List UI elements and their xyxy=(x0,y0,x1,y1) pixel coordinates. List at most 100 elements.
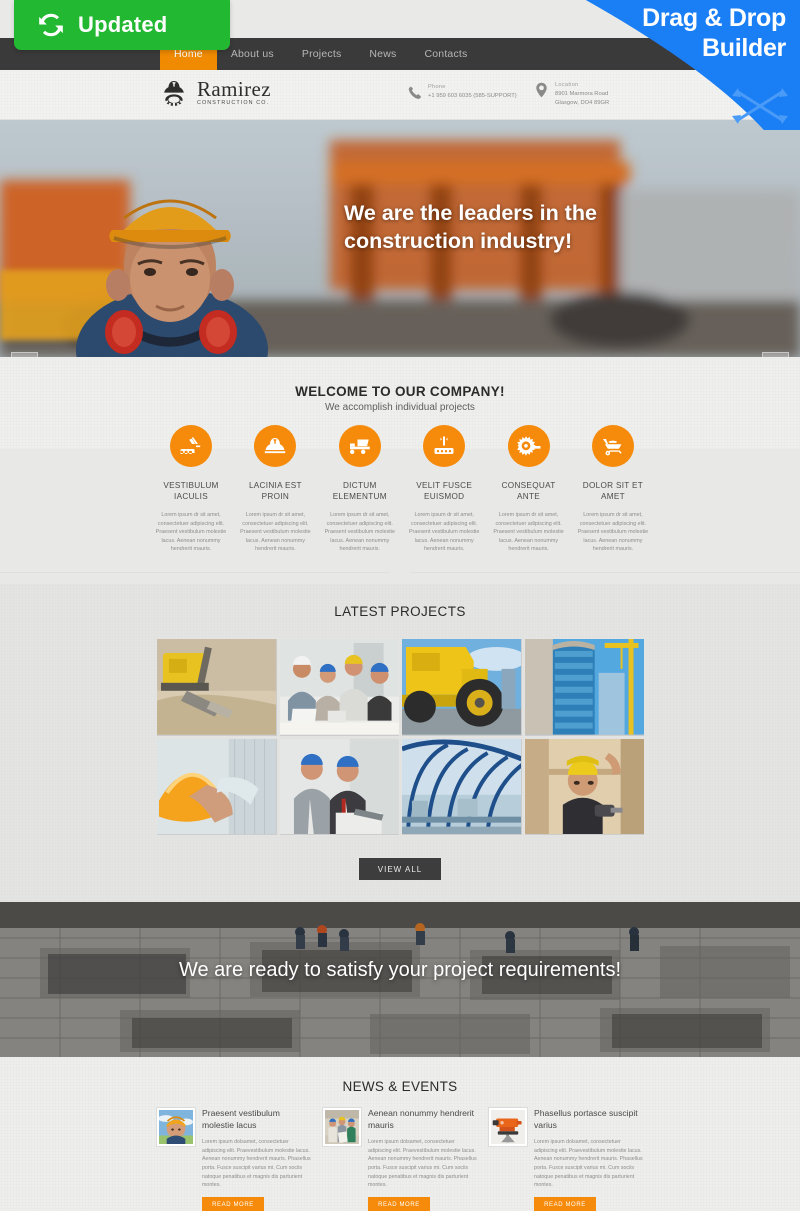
news-thumbnail[interactable] xyxy=(488,1107,528,1147)
project-image-hand-holding-helmet xyxy=(157,738,277,835)
project-thumbnail[interactable] xyxy=(157,738,277,835)
wheelbarrow-icon xyxy=(602,439,622,456)
hardhat-gear-icon xyxy=(164,81,184,106)
news-item: Phasellus portasce suscipit varius Lorem… xyxy=(488,1107,643,1211)
service-icon-badge xyxy=(423,425,466,467)
project-thumbnail[interactable] xyxy=(402,738,522,835)
service-text: Lorem ipsum dr sit amet, consectetuer ad… xyxy=(408,512,480,553)
service-icon-badge xyxy=(591,425,634,467)
location-label: Location xyxy=(555,82,579,88)
service-item-lacinia-est-proin[interactable]: LACINIA EST PROIN Lorem ipsum dr sit ame… xyxy=(236,425,314,554)
updated-badge: Updated xyxy=(14,0,230,50)
hero-headline: We are the leaders in the construction i… xyxy=(344,201,597,253)
project-image-haul-truck xyxy=(402,639,522,735)
news-item: Aenean nonummy hendrerit mauris Lorem ip… xyxy=(322,1107,477,1211)
service-text: Lorem ipsum dr sit amet, consectetuer ad… xyxy=(493,512,564,553)
news-body: Aenean nonummy hendrerit mauris Lorem ip… xyxy=(368,1108,477,1211)
view-all-projects-button[interactable]: VIEW ALL xyxy=(357,856,443,882)
dump-truck-icon xyxy=(349,439,370,454)
header-location-block: Location 8901 Marmora Road Glasgow, DO4 … xyxy=(535,82,609,107)
cta-headline: We are ready to satisfy your project req… xyxy=(178,959,622,981)
project-image-carpenter-with-drill xyxy=(524,738,644,835)
service-title: DICTUM ELEMENTUM xyxy=(332,481,387,502)
phone-label: Phone xyxy=(428,84,446,90)
news-text: Lorem ipsum dolsamet, consectetuer adipi… xyxy=(534,1139,643,1189)
website-preview-page: Home About us Projects News Contacts Ram… xyxy=(0,0,800,1211)
news-heading[interactable]: Praesent vestibulum molestie lacus xyxy=(202,1108,311,1131)
project-image-excavator xyxy=(157,639,277,735)
map-pin-icon xyxy=(536,82,547,98)
logo-text-block: Ramirez CONSTRUCTION CO. xyxy=(197,79,271,106)
ribbon-line-1: Drag & Drop xyxy=(642,4,786,32)
services-list: VESTIBULUM IACULIS Lorem ipsum dr sit am… xyxy=(152,425,652,554)
service-title: CONSEQUAT ANTE xyxy=(501,481,556,502)
logo-name: Ramirez xyxy=(197,77,271,102)
phone-value[interactable]: +1 959 603 6035 (585-SUPPORT) xyxy=(428,92,517,101)
news-title: NEWS & EVENTS xyxy=(342,1079,458,1094)
location-text: Location 8901 Marmora Road Glasgow, DO4 … xyxy=(555,82,609,107)
welcome-title: WELCOME TO OUR COMPANY! xyxy=(295,384,505,399)
project-thumbnail[interactable] xyxy=(524,738,644,835)
header-phone-block: Phone +1 959 603 6035 (585-SUPPORT) xyxy=(408,84,517,101)
service-text: Lorem ipsum dr sit amet, consectetuer ad… xyxy=(577,512,649,553)
service-text: Lorem ipsum dr sit amet, consectetuer ad… xyxy=(240,512,311,553)
welcome-subtitle: We accomplish individual projects xyxy=(325,402,475,413)
news-read-more-button[interactable]: READ MORE xyxy=(202,1196,264,1211)
service-title: VESTIBULUM IACULIS xyxy=(163,481,219,502)
news-heading[interactable]: Aenean nonummy hendrerit mauris xyxy=(368,1108,477,1131)
news-image-survey-level xyxy=(491,1110,525,1144)
cta-banner: We are ready to satisfy your project req… xyxy=(0,902,800,1057)
project-thumbnail[interactable] xyxy=(279,738,399,835)
news-read-more-button[interactable]: READ MORE xyxy=(368,1196,430,1211)
news-body: Praesent vestibulum molestie lacus Lorem… xyxy=(202,1108,311,1211)
news-thumbnail[interactable] xyxy=(322,1107,362,1147)
service-icon-badge xyxy=(507,425,550,467)
news-events-section: NEWS & EVENTS Praesent vestibulum molest… xyxy=(0,1057,800,1211)
service-item-vestibulum-iaculis[interactable]: VESTIBULUM IACULIS Lorem ipsum dr sit am… xyxy=(152,425,230,554)
project-image-glass-walkway xyxy=(402,738,522,835)
service-text: Lorem ipsum dr sit amet, consectetuer ad… xyxy=(324,512,395,553)
service-item-velit-fusce-euismod[interactable]: VELIT FUSCE EUISMOD Lorem ipsum dr sit a… xyxy=(405,425,483,554)
projects-gallery xyxy=(157,639,644,835)
project-image-team-meeting xyxy=(279,639,399,735)
news-thumbnail[interactable] xyxy=(156,1107,196,1147)
divider-line xyxy=(0,572,800,573)
news-item: Praesent vestibulum molestie lacus Lorem… xyxy=(156,1107,311,1211)
nav-item-projects[interactable]: Projects xyxy=(288,38,356,70)
nav-item-contacts[interactable]: Contacts xyxy=(410,38,481,70)
service-title: LACINIA EST PROIN xyxy=(248,481,302,502)
news-list: Praesent vestibulum molestie lacus Lorem… xyxy=(156,1107,644,1211)
location-line-2: Glasgow, DO4 89GR xyxy=(555,99,610,106)
news-read-more-button[interactable]: READ MORE xyxy=(534,1196,596,1211)
site-logo[interactable]: Ramirez CONSTRUCTION CO. xyxy=(160,78,271,108)
hardhat-icon xyxy=(265,438,286,454)
service-item-dolor-sit-et-amet[interactable]: DOLOR SIT ET AMET Lorem ipsum dr sit ame… xyxy=(574,425,652,554)
service-item-dictum-elementum[interactable]: DICTUM ELEMENTUM Lorem ipsum dr sit amet… xyxy=(321,425,399,554)
project-image-glass-tower xyxy=(524,639,644,735)
phone-text: Phone +1 959 603 6035 (585-SUPPORT) xyxy=(428,84,517,101)
section-divider xyxy=(0,572,800,584)
news-body: Phasellus portasce suscipit varius Lorem… xyxy=(534,1108,643,1211)
service-item-consequat-ante[interactable]: CONSEQUAT ANTE Lorem ipsum dr sit amet, … xyxy=(490,425,568,554)
project-image-two-businessmen xyxy=(279,738,399,835)
project-thumbnail[interactable] xyxy=(524,639,644,736)
updated-badge-label: Updated xyxy=(78,12,168,37)
project-thumbnail[interactable] xyxy=(402,639,522,736)
refresh-icon xyxy=(39,13,63,37)
service-icon-badge xyxy=(338,425,381,467)
excavator-icon xyxy=(180,437,201,454)
site-header: Ramirez CONSTRUCTION CO. Phone +1 959 60… xyxy=(0,70,800,120)
news-image-construction-crew xyxy=(325,1110,359,1144)
news-heading[interactable]: Phasellus portasce suscipit varius xyxy=(534,1108,643,1131)
news-image-worker-portrait xyxy=(159,1110,193,1144)
project-thumbnail[interactable] xyxy=(157,639,277,736)
latest-projects-section: LATEST PROJECTS xyxy=(0,584,800,902)
welcome-section: WELCOME TO OUR COMPANY! We accomplish in… xyxy=(0,357,800,572)
nav-item-news[interactable]: News xyxy=(355,38,410,70)
project-thumbnail[interactable] xyxy=(279,639,399,736)
logo-tagline: CONSTRUCTION CO. xyxy=(197,100,270,107)
service-title: VELIT FUSCE EUISMOD xyxy=(416,481,473,502)
news-text: Lorem ipsum dolsamet, consectetuer adipi… xyxy=(368,1139,477,1189)
service-title: DOLOR SIT ET AMET xyxy=(582,481,644,502)
hero-slider[interactable]: We are the leaders in the construction i… xyxy=(0,120,800,357)
